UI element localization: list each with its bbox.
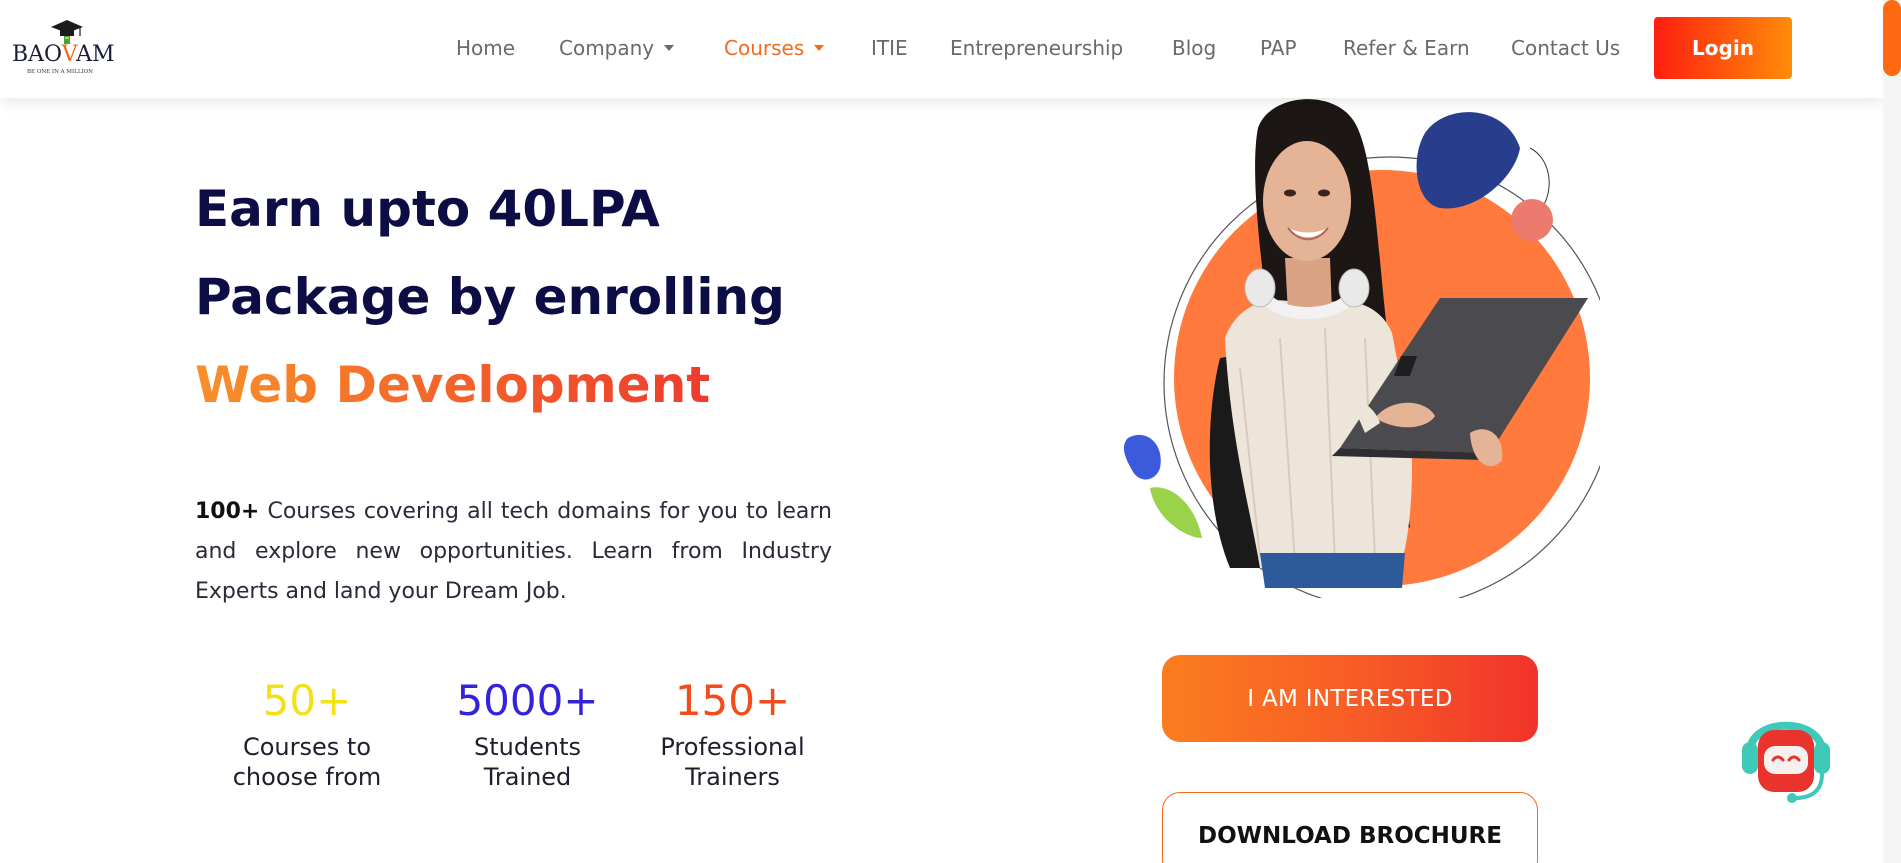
stat-courses: 50+ Courses to choose from [217, 678, 397, 792]
main-navigation: Home Company Courses ITIE Entrepreneursh… [0, 0, 1883, 98]
courses-count: 100+ [195, 499, 260, 524]
stat-value: 5000+ [456, 676, 599, 725]
robot-headset-icon[interactable] [1740, 702, 1832, 806]
stat-label: Professional Trainers [660, 733, 805, 791]
nav-company[interactable]: Company [559, 36, 675, 60]
nav-pap[interactable]: PAP [1260, 36, 1297, 60]
stat-label: Courses to choose from [232, 733, 382, 791]
nav-contact-us[interactable]: Contact Us [1511, 36, 1620, 60]
stat-label: Students Trained [474, 733, 581, 791]
scrollbar-thumb[interactable] [1883, 0, 1901, 76]
top-navbar: BAOVAM BE ONE IN A MILLION Home Company … [0, 0, 1883, 98]
nav-refer-earn[interactable]: Refer & Earn [1343, 36, 1470, 60]
nav-entrepreneurship[interactable]: Entrepreneurship [950, 36, 1123, 60]
caret-down-icon [664, 44, 675, 51]
nav-courses[interactable]: Courses [724, 36, 825, 60]
download-brochure-button[interactable]: DOWNLOAD BROCHURE [1162, 792, 1538, 863]
stat-value: 50+ [262, 676, 352, 725]
login-button[interactable]: Login [1654, 17, 1792, 79]
hero-headline-line1: Earn upto 40LPA [195, 180, 660, 238]
hero-student-illustration [1123, 99, 1600, 598]
nav-itie[interactable]: ITIE [871, 36, 908, 60]
i-am-interested-button[interactable]: I AM INTERESTED [1162, 655, 1538, 742]
nav-home[interactable]: Home [456, 36, 515, 60]
hero-headline-highlight: Web Development [195, 356, 711, 414]
stat-students: 5000+ Students Trained [440, 678, 615, 792]
stat-trainers: 150+ Professional Trainers [640, 678, 825, 792]
hero-headline-line2: Package by enrolling [195, 268, 785, 326]
hero-description: 100+ Courses covering all tech domains f… [195, 499, 832, 604]
nav-blog[interactable]: Blog [1172, 36, 1216, 60]
scrollbar-track[interactable] [1883, 0, 1901, 863]
stat-value: 150+ [674, 676, 791, 725]
caret-down-icon [814, 44, 825, 51]
